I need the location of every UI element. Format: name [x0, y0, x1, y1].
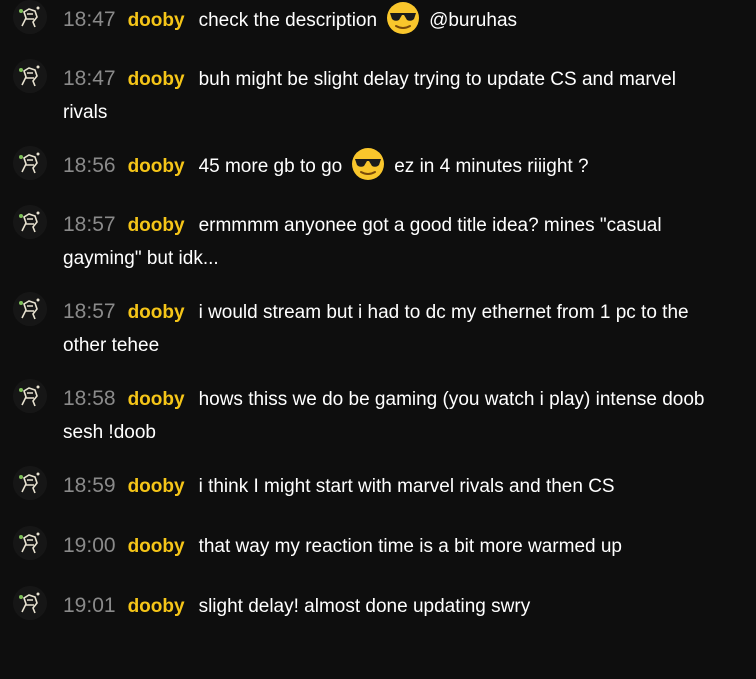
message-timestamp: 18:47 [63, 67, 116, 90]
avatar[interactable] [13, 526, 47, 560]
message-timestamp: 18:56 [63, 154, 116, 177]
message-username[interactable]: dooby [128, 389, 185, 410]
chat-message: 18:47 dooby check the description @buruhas [0, 0, 740, 37]
avatar-icon [13, 59, 47, 93]
sunglasses-emoji-icon [350, 147, 386, 181]
message-text: slight delay! almost done updating swry [198, 596, 531, 617]
chat-message: 18:58 dooby hows thiss we do be gaming (yo… [0, 379, 740, 449]
message-text: 45 more gb to go [198, 156, 343, 177]
message-text-continued: other tehee [63, 335, 160, 356]
avatar-icon [13, 205, 47, 239]
avatar[interactable] [13, 146, 47, 180]
message-text: i would stream but i had to dc my ethern… [198, 302, 689, 323]
chat-message: 18:57 dooby i would stream but i had to dc… [0, 292, 740, 362]
avatar[interactable] [13, 292, 47, 326]
avatar-icon [13, 146, 47, 180]
message-username[interactable]: dooby [128, 302, 185, 323]
message-mention[interactable]: @buruhas [429, 10, 517, 31]
sunglasses-emoji-icon [385, 1, 421, 35]
chat-message: 19:00 dooby that way my reaction time is a… [0, 526, 740, 563]
message-text: buh might be slight delay trying to upda… [198, 69, 676, 90]
message-username[interactable]: dooby [128, 10, 185, 31]
chat-message: 18:57 dooby ermmmm anyonee got a good titl… [0, 205, 740, 275]
message-username[interactable]: dooby [128, 69, 185, 90]
avatar[interactable] [13, 205, 47, 239]
message-timestamp: 18:57 [63, 213, 116, 236]
chat-message: 18:59 dooby i think I might start with mar… [0, 466, 740, 503]
message-username[interactable]: dooby [128, 215, 185, 236]
chat-message: 19:01 dooby slight delay! almost done upda… [0, 586, 740, 623]
avatar-icon [13, 586, 47, 620]
message-text: ez in 4 minutes riiight ? [394, 156, 589, 177]
message-timestamp: 18:57 [63, 300, 116, 323]
message-username[interactable]: dooby [128, 476, 185, 497]
avatar[interactable] [13, 59, 47, 93]
message-username[interactable]: dooby [128, 536, 185, 557]
message-text-continued: gayming" but idk... [63, 248, 219, 269]
message-text-continued: rivals [63, 102, 108, 123]
message-timestamp: 18:59 [63, 474, 116, 497]
chat-panel: 18:47 dooby check the description @buruhas … [0, 0, 756, 679]
message-text: hows thiss we do be gaming (you watch i … [198, 389, 705, 410]
chat-message: 18:56 dooby 45 more gb to go ez in 4 minute… [0, 146, 740, 183]
avatar-icon [13, 526, 47, 560]
avatar-icon [13, 466, 47, 500]
message-timestamp: 19:01 [63, 594, 116, 617]
chat-message: 18:47 dooby buh might be slight delay tryi… [0, 59, 740, 129]
avatar-icon [13, 292, 47, 326]
avatar-icon [13, 0, 47, 34]
message-text: check the description [198, 10, 378, 31]
message-timestamp: 18:47 [63, 8, 116, 31]
message-timestamp: 19:00 [63, 534, 116, 557]
avatar[interactable] [13, 466, 47, 500]
avatar-icon [13, 379, 47, 413]
avatar[interactable] [13, 0, 47, 34]
avatar[interactable] [13, 379, 47, 413]
message-username[interactable]: dooby [128, 596, 185, 617]
message-text: i think I might start with marvel rivals… [198, 476, 615, 497]
message-username[interactable]: dooby [128, 156, 185, 177]
message-text: that way my reaction time is a bit more … [198, 536, 622, 557]
message-timestamp: 18:58 [63, 387, 116, 410]
avatar[interactable] [13, 586, 47, 620]
message-text-continued: sesh !doob [63, 422, 156, 443]
message-text: ermmmm anyonee got a good title idea? mi… [198, 215, 662, 236]
